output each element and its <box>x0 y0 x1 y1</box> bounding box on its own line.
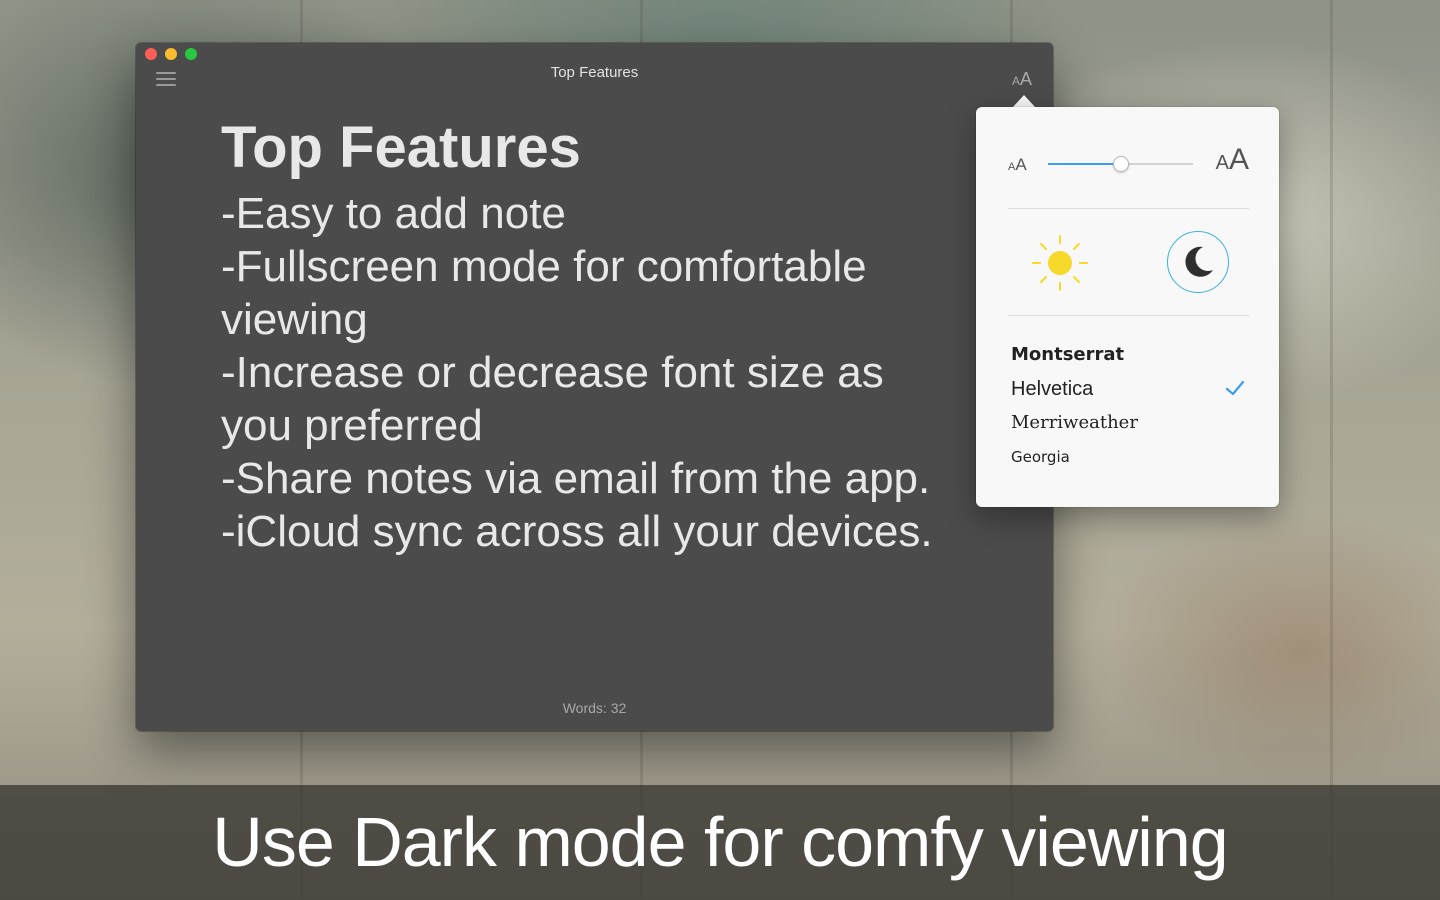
sun-icon <box>1032 235 1088 291</box>
note-editor[interactable]: Top Features -Easy to add note -Fullscre… <box>221 115 961 558</box>
word-count: Words: 32 <box>562 700 627 716</box>
light-theme-button[interactable] <box>1031 234 1089 292</box>
dark-theme-button[interactable] <box>1167 231 1229 293</box>
decrease-font-size-label[interactable]: AA <box>1008 155 1027 175</box>
font-settings-popover: AA AA Montserrat Helvetica Merriweather … <box>976 107 1279 507</box>
font-option-montserrat[interactable]: Montserrat <box>1011 343 1249 377</box>
note-line: -iCloud sync across all your devices. <box>221 507 933 556</box>
moon-icon <box>1185 246 1213 277</box>
font-toggle-small-a: A <box>1011 74 1020 88</box>
promo-caption: Use Dark mode for comfy viewing <box>0 785 1440 900</box>
background-plank <box>1330 0 1333 900</box>
zoom-window-button[interactable] <box>185 48 197 60</box>
font-option-label: Merriweather <box>1011 412 1138 433</box>
window-title: Top Features <box>550 64 639 81</box>
note-line: -Easy to add note <box>221 189 566 238</box>
note-heading: Top Features <box>221 115 581 180</box>
font-option-merriweather[interactable]: Merriweather <box>1011 411 1249 445</box>
font-option-label: Helvetica <box>1011 378 1094 400</box>
window-controls <box>145 48 197 60</box>
font-option-label: Georgia <box>1011 448 1070 466</box>
divider <box>1008 208 1249 209</box>
slider-fill <box>1048 163 1121 165</box>
note-line: -Fullscreen mode for comfortable viewing <box>221 242 867 344</box>
slider-knob[interactable] <box>1112 156 1129 172</box>
increase-font-size-label[interactable]: AA <box>1216 143 1249 177</box>
font-option-helvetica[interactable]: Helvetica <box>1011 377 1249 411</box>
app-window: Top Features AA Top Features -Easy to ad… <box>136 43 1053 731</box>
font-toggle-large-a: A <box>1019 69 1032 89</box>
font-size-slider[interactable] <box>1048 156 1193 172</box>
popover-arrow <box>1013 95 1035 107</box>
font-family-list: Montserrat Helvetica Merriweather Georgi… <box>1011 343 1249 479</box>
font-option-georgia[interactable]: Georgia <box>1011 445 1249 479</box>
note-line: -Increase or decrease font size as you p… <box>221 348 884 450</box>
divider <box>1008 315 1249 316</box>
minimize-window-button[interactable] <box>165 48 177 60</box>
font-size-control: AA AA <box>1008 143 1249 185</box>
checkmark-icon <box>1225 380 1245 396</box>
note-line: -Share notes via email from the app. <box>221 454 931 503</box>
close-window-button[interactable] <box>145 48 157 60</box>
font-settings-button[interactable]: AA <box>1012 70 1032 90</box>
font-option-label: Montserrat <box>1011 344 1125 365</box>
